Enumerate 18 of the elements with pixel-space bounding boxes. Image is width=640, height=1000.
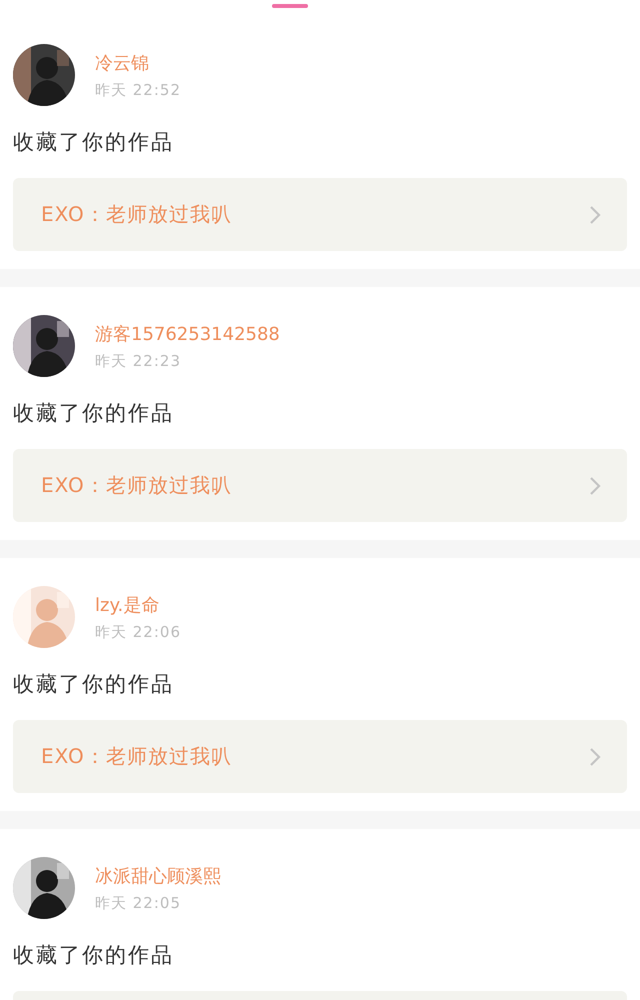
activity-text: 收藏了你的作品: [13, 671, 175, 698]
chevron-right-icon: [589, 204, 601, 224]
work-link[interactable]: EXO：老师放过我叭: [13, 178, 627, 251]
timestamp: 昨天 22:23: [95, 352, 182, 370]
activity-text: 收藏了你的作品: [13, 942, 175, 969]
activity-text: 收藏了你的作品: [13, 400, 175, 427]
user-name[interactable]: 游客1576253142588: [95, 322, 280, 346]
work-link[interactable]: EXO：老师放过我叭: [13, 720, 627, 793]
chevron-right-icon: [589, 746, 601, 766]
timestamp: 昨天 22:52: [95, 80, 181, 100]
timestamp: 昨天 22:05: [95, 894, 182, 912]
timestamp: 昨天 22:06: [95, 622, 181, 642]
user-name[interactable]: 冷云锦: [95, 50, 181, 74]
activity-text: 收藏了你的作品: [13, 129, 175, 156]
chevron-right-icon: [589, 476, 601, 496]
user-name[interactable]: lzy.是命: [95, 592, 181, 616]
work-link[interactable]: EXO：老师放过我叭: [13, 449, 627, 522]
user-name[interactable]: 冰派甜心顾溪熙: [95, 864, 221, 888]
